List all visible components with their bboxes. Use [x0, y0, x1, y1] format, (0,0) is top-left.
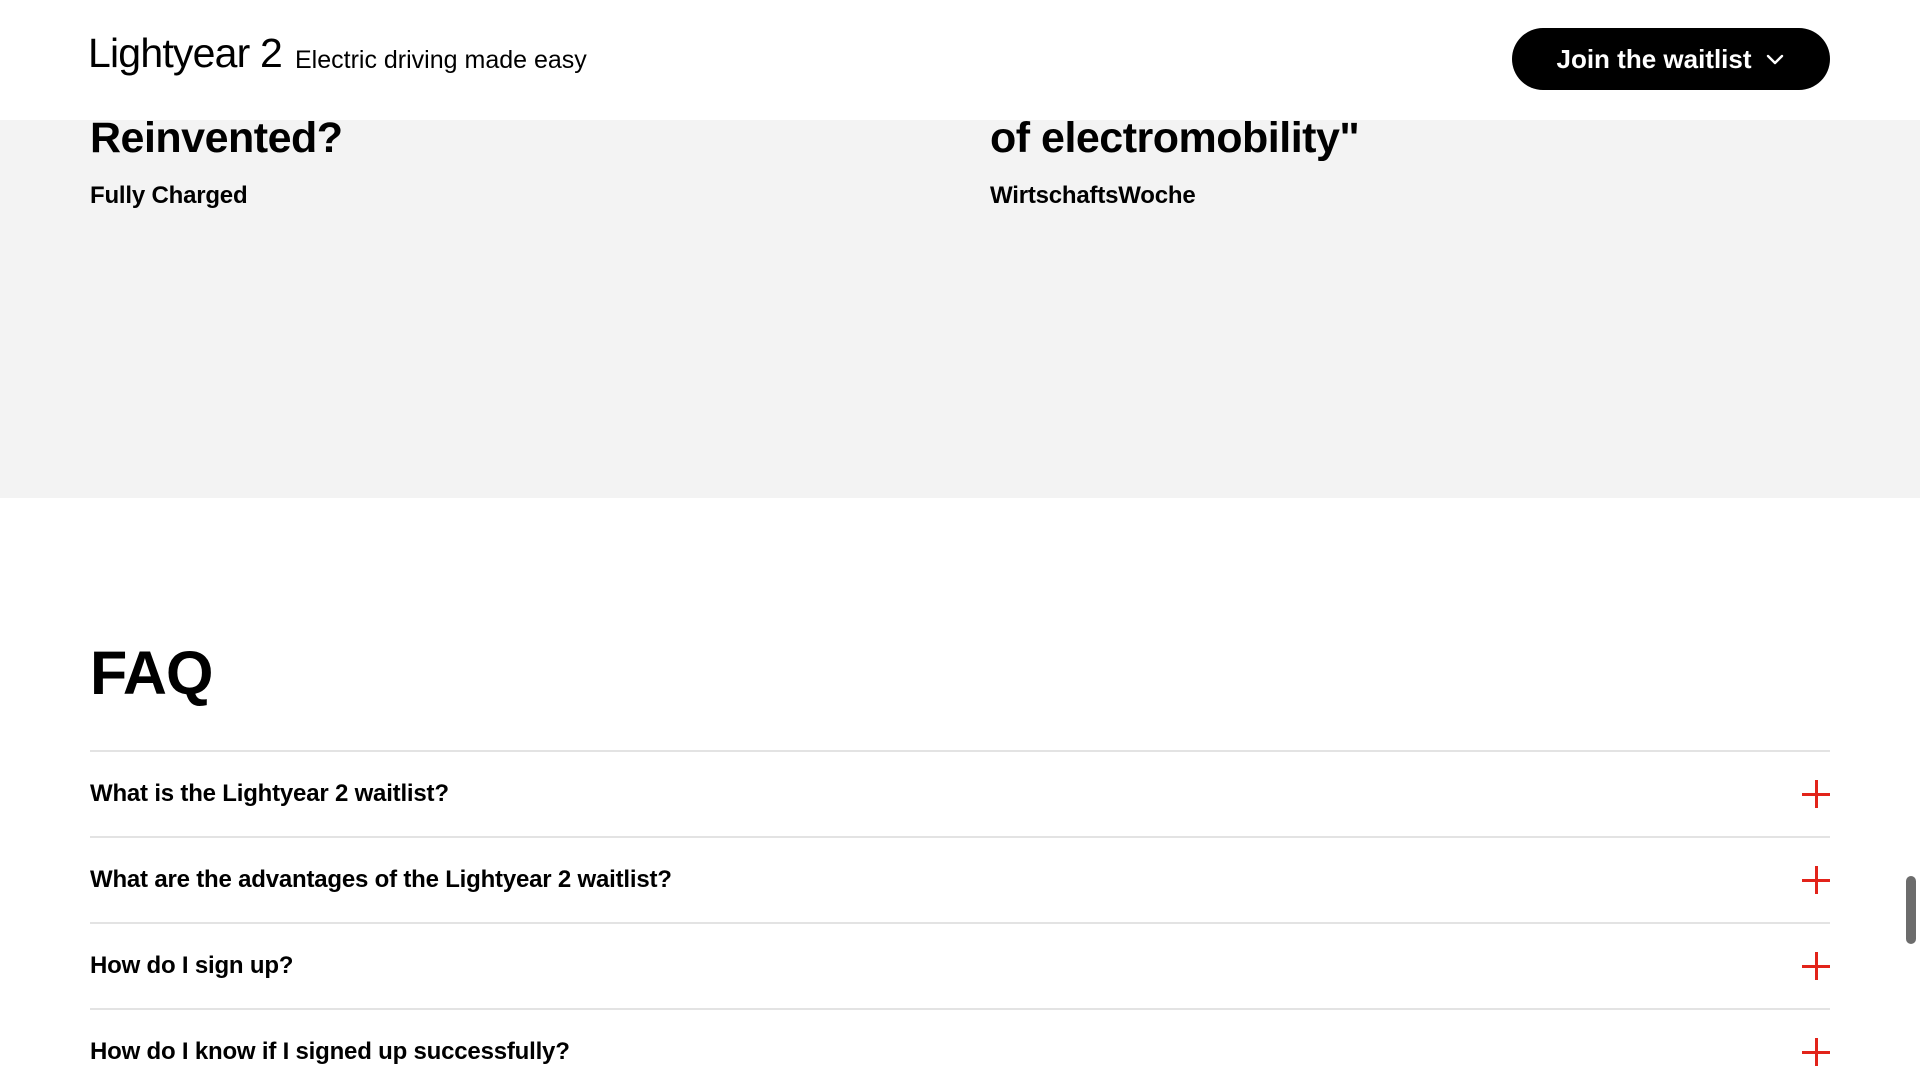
join-waitlist-button[interactable]: Join the waitlist: [1512, 28, 1830, 90]
faq-question: What is the Lightyear 2 waitlist?: [90, 780, 449, 807]
faq-heading: FAQ: [90, 639, 213, 707]
faq-question: How do I sign up?: [90, 952, 294, 979]
plus-icon[interactable]: [1802, 1038, 1830, 1066]
faq-item[interactable]: How do I sign up?: [90, 922, 1830, 1008]
faq-item[interactable]: What are the advantages of the Lightyear…: [90, 836, 1830, 922]
press-quote: Reinvented? Fully Charged: [90, 112, 343, 210]
plus-icon[interactable]: [1802, 952, 1830, 980]
site-header: Lightyear 2 Electric driving made easy J…: [0, 0, 1920, 120]
brand-tagline: Electric driving made easy: [295, 46, 587, 74]
scrollbar-thumb[interactable]: [1906, 876, 1916, 944]
faq-question: What are the advantages of the Lightyear…: [90, 866, 672, 893]
faq-list: What is the Lightyear 2 waitlist? What a…: [90, 750, 1830, 1080]
faq-item[interactable]: What is the Lightyear 2 waitlist?: [90, 750, 1830, 836]
press-quote: of electromobility" WirtschaftsWoche: [990, 112, 1360, 210]
brand-logo[interactable]: Lightyear 2: [88, 30, 283, 77]
join-waitlist-label: Join the waitlist: [1556, 43, 1752, 74]
faq-item[interactable]: How do I know if I signed up successfull…: [90, 1008, 1830, 1080]
press-quote-source: WirtschaftsWoche: [990, 182, 1196, 209]
plus-icon[interactable]: [1802, 866, 1830, 894]
plus-icon[interactable]: [1802, 780, 1830, 808]
chevron-down-icon: [1766, 54, 1783, 65]
faq-question: How do I know if I signed up successfull…: [90, 1038, 570, 1065]
press-quote-source: Fully Charged: [90, 182, 248, 209]
